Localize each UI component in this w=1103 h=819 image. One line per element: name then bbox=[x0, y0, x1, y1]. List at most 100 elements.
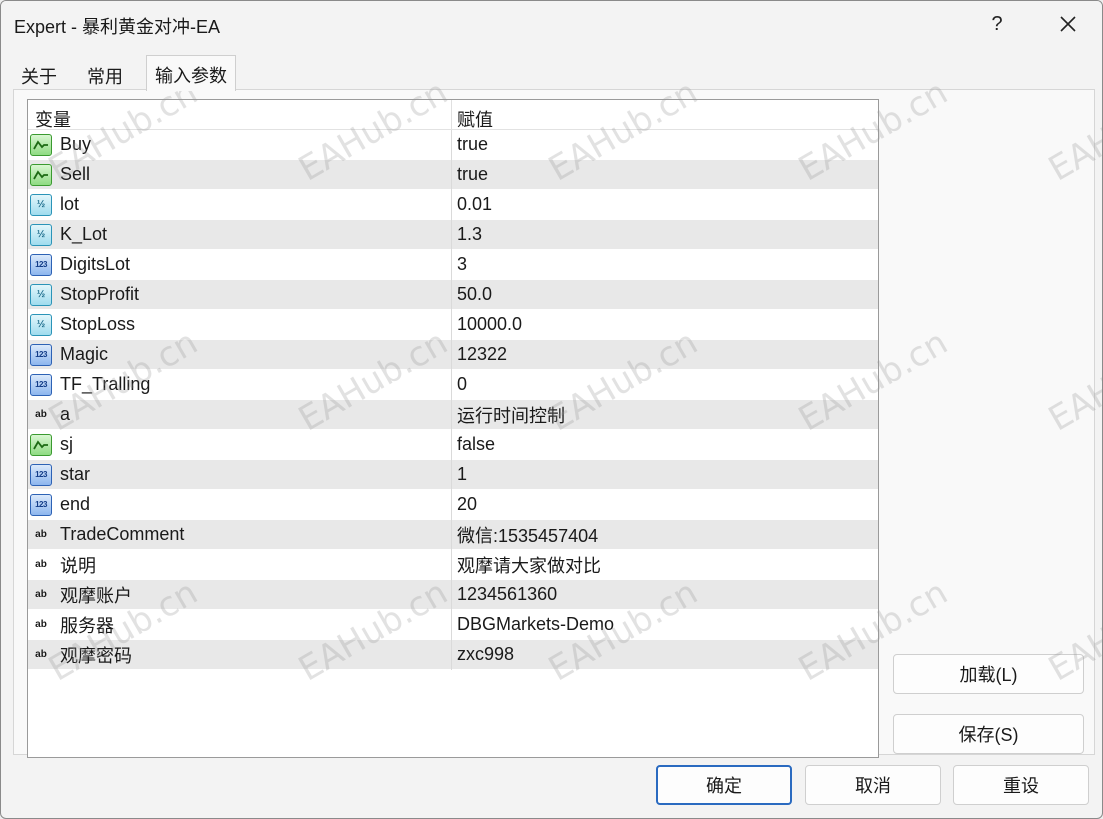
value-cell[interactable]: true bbox=[452, 134, 488, 155]
grid-rows: Buy true Sell true ½ lot 0.01 ½ K_Lot 1.3 123 Digit… bbox=[28, 129, 878, 670]
variable-name: star bbox=[60, 464, 91, 484]
variable-cell[interactable]: ab 说明 bbox=[28, 549, 452, 580]
variable-cell[interactable]: sj bbox=[28, 429, 452, 460]
variable-cell[interactable]: ab TradeComment bbox=[28, 519, 452, 550]
int-type-icon: 123 bbox=[30, 343, 52, 366]
reset-button[interactable]: 重设 bbox=[953, 765, 1089, 805]
variable-name: end bbox=[60, 494, 91, 514]
variable-name: StopLoss bbox=[60, 314, 136, 334]
bool-type-icon bbox=[30, 133, 52, 156]
variable-name: 服务器 bbox=[60, 615, 114, 636]
string-type-icon: ab bbox=[35, 409, 47, 420]
variable-cell[interactable]: ab 观摩账户 bbox=[28, 579, 452, 610]
int-type-icon: 123 bbox=[30, 463, 52, 486]
variable-cell[interactable]: ½ StopLoss bbox=[28, 309, 452, 340]
value-cell[interactable]: 观摩请大家做对比 bbox=[452, 552, 601, 578]
variable-name: 说明 bbox=[60, 555, 96, 576]
int-type-icon: 123 bbox=[30, 253, 52, 276]
table-row[interactable]: ab TradeComment 微信:1535457404 bbox=[28, 519, 878, 550]
variable-cell[interactable]: 123 star bbox=[28, 459, 452, 490]
table-row[interactable]: 123 star 1 bbox=[28, 459, 878, 490]
value-cell[interactable]: 50.0 bbox=[452, 284, 492, 305]
table-row[interactable]: 123 TF_Tralling 0 bbox=[28, 369, 878, 400]
variable-cell[interactable]: Sell bbox=[28, 159, 452, 190]
double-type-icon: ½ bbox=[30, 223, 52, 246]
table-row[interactable]: ½ StopLoss 10000.0 bbox=[28, 309, 878, 340]
string-type-icon: ab bbox=[35, 649, 47, 660]
bool-type-icon bbox=[30, 433, 52, 456]
table-row[interactable]: Buy true bbox=[28, 129, 878, 160]
variable-cell[interactable]: Buy bbox=[28, 129, 452, 160]
variable-cell[interactable]: ½ lot bbox=[28, 189, 452, 220]
variable-name: lot bbox=[60, 194, 80, 214]
value-cell[interactable]: 10000.0 bbox=[452, 314, 522, 335]
parameters-grid[interactable]: 变量 赋值 Buy true Sell true ½ lot 0.01 ½ K_Lot 1.3 12… bbox=[27, 99, 879, 758]
header-value[interactable]: 赋值 bbox=[452, 100, 878, 130]
table-row[interactable]: ½ K_Lot 1.3 bbox=[28, 219, 878, 250]
table-row[interactable]: ab a 运行时间控制 bbox=[28, 399, 878, 430]
header-variable[interactable]: 变量 bbox=[28, 100, 452, 130]
bool-type-icon bbox=[30, 163, 52, 186]
value-cell[interactable]: 微信:1535457404 bbox=[452, 522, 598, 548]
table-row[interactable]: Sell true bbox=[28, 159, 878, 190]
value-cell[interactable]: 0.01 bbox=[452, 194, 492, 215]
save-button[interactable]: 保存(S) bbox=[893, 714, 1084, 754]
variable-cell[interactable]: ½ K_Lot bbox=[28, 219, 452, 250]
value-cell[interactable]: DBGMarkets-Demo bbox=[452, 614, 614, 635]
tab-about[interactable]: 关于 bbox=[13, 57, 65, 91]
table-row[interactable]: 123 Magic 12322 bbox=[28, 339, 878, 370]
variable-name: Sell bbox=[60, 164, 91, 184]
variable-name: 观摩密码 bbox=[60, 645, 132, 666]
variable-name: sj bbox=[60, 434, 73, 454]
variable-cell[interactable]: 123 DigitsLot bbox=[28, 249, 452, 280]
grid-header: 变量 赋值 bbox=[28, 100, 878, 130]
variable-name: DigitsLot bbox=[60, 254, 131, 274]
table-row[interactable]: sj false bbox=[28, 429, 878, 460]
double-type-icon: ½ bbox=[30, 283, 52, 306]
value-cell[interactable]: 运行时间控制 bbox=[452, 402, 565, 428]
string-type-icon: ab bbox=[35, 529, 47, 540]
load-button[interactable]: 加载(L) bbox=[893, 654, 1084, 694]
tab-inputs[interactable]: 输入参数 bbox=[146, 55, 236, 91]
tab-common[interactable]: 常用 bbox=[79, 57, 131, 91]
help-button[interactable]: ? bbox=[977, 1, 1017, 47]
table-row[interactable]: ab 观摩账户 1234561360 bbox=[28, 579, 878, 610]
variable-cell[interactable]: 123 Magic bbox=[28, 339, 452, 370]
value-cell[interactable]: false bbox=[452, 434, 495, 455]
value-cell[interactable]: zxc998 bbox=[452, 644, 514, 665]
variable-name: Buy bbox=[60, 134, 92, 154]
value-cell[interactable]: 1 bbox=[452, 464, 467, 485]
double-type-icon: ½ bbox=[30, 193, 52, 216]
variable-name: TradeComment bbox=[60, 524, 185, 544]
variable-name: StopProfit bbox=[60, 284, 140, 304]
variable-cell[interactable]: ab 服务器 bbox=[28, 609, 452, 640]
variable-name: TF_Tralling bbox=[60, 374, 151, 394]
variable-cell[interactable]: ½ StopProfit bbox=[28, 279, 452, 310]
ok-button[interactable]: 确定 bbox=[656, 765, 792, 805]
variable-cell[interactable]: ab a bbox=[28, 399, 452, 430]
value-cell[interactable]: 12322 bbox=[452, 344, 507, 365]
cancel-button[interactable]: 取消 bbox=[805, 765, 941, 805]
value-cell[interactable]: 1234561360 bbox=[452, 584, 557, 605]
table-row[interactable]: ½ StopProfit 50.0 bbox=[28, 279, 878, 310]
table-row[interactable]: ½ lot 0.01 bbox=[28, 189, 878, 220]
value-cell[interactable]: true bbox=[452, 164, 488, 185]
string-type-icon: ab bbox=[35, 559, 47, 570]
expert-dialog: Expert - 暴利黄金对冲-EA ? 关于 常用 输入参数 变量 赋值 Bu… bbox=[0, 0, 1103, 819]
table-row[interactable]: ab 观摩密码 zxc998 bbox=[28, 639, 878, 670]
variable-cell[interactable]: 123 TF_Tralling bbox=[28, 369, 452, 400]
close-button[interactable] bbox=[1043, 1, 1093, 47]
table-row[interactable]: 123 end 20 bbox=[28, 489, 878, 520]
table-row[interactable]: ab 服务器 DBGMarkets-Demo bbox=[28, 609, 878, 640]
value-cell[interactable]: 20 bbox=[452, 494, 477, 515]
variable-name: a bbox=[60, 404, 71, 424]
table-row[interactable]: 123 DigitsLot 3 bbox=[28, 249, 878, 280]
value-cell[interactable]: 0 bbox=[452, 374, 467, 395]
variable-cell[interactable]: 123 end bbox=[28, 489, 452, 520]
value-cell[interactable]: 3 bbox=[452, 254, 467, 275]
tab-bar: 关于 常用 输入参数 bbox=[13, 55, 713, 91]
variable-cell[interactable]: ab 观摩密码 bbox=[28, 639, 452, 670]
value-cell[interactable]: 1.3 bbox=[452, 224, 482, 245]
title-bar[interactable]: Expert - 暴利黄金对冲-EA ? bbox=[1, 1, 1102, 47]
table-row[interactable]: ab 说明 观摩请大家做对比 bbox=[28, 549, 878, 580]
